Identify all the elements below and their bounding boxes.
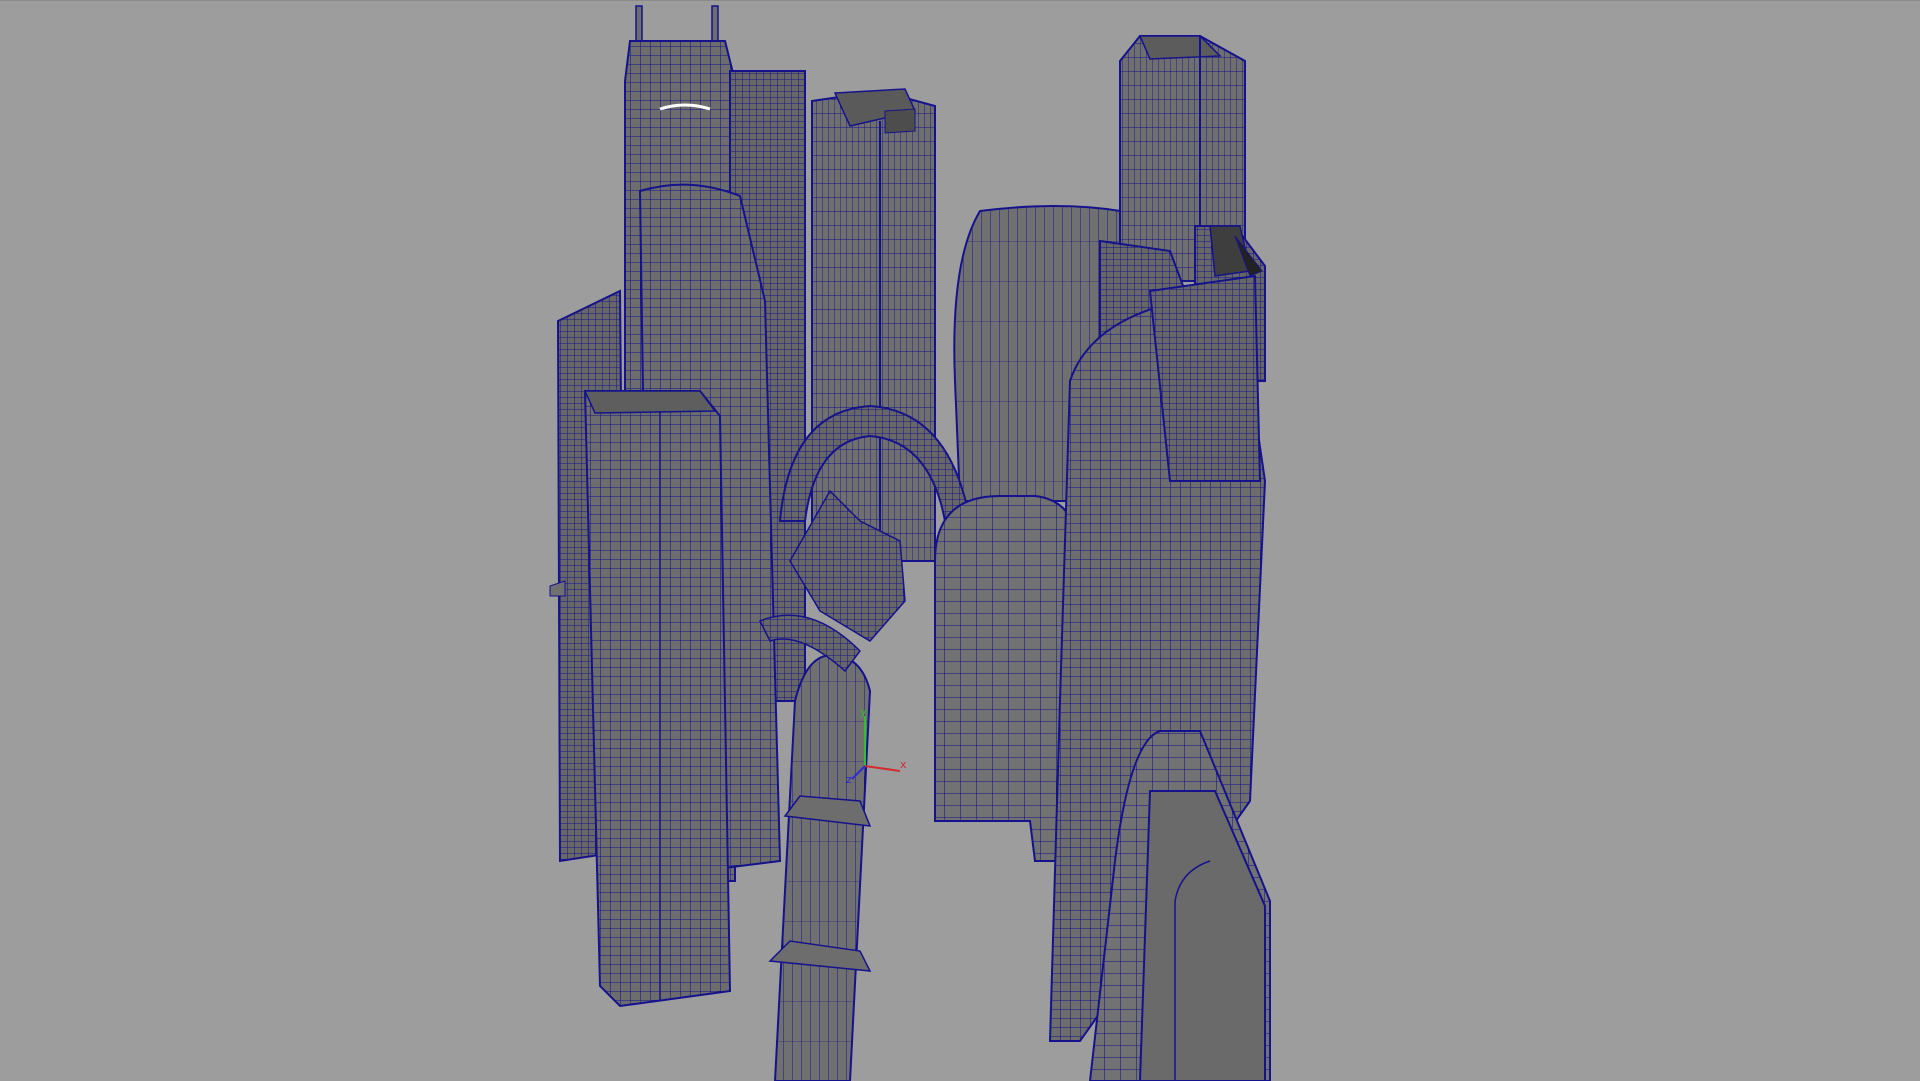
z-axis-label: z: [846, 773, 852, 786]
tower-center-back[interactable]: [811, 88, 936, 562]
maya-3d-viewport[interactable]: x y z: [0, 0, 1920, 1081]
x-axis-line: [864, 765, 901, 772]
y-axis-label: y: [860, 705, 867, 718]
wireframe-scene[interactable]: x y z: [0, 1, 1920, 1081]
x-axis-label: x: [900, 758, 907, 771]
tower-left-front[interactable]: [583, 390, 732, 1008]
